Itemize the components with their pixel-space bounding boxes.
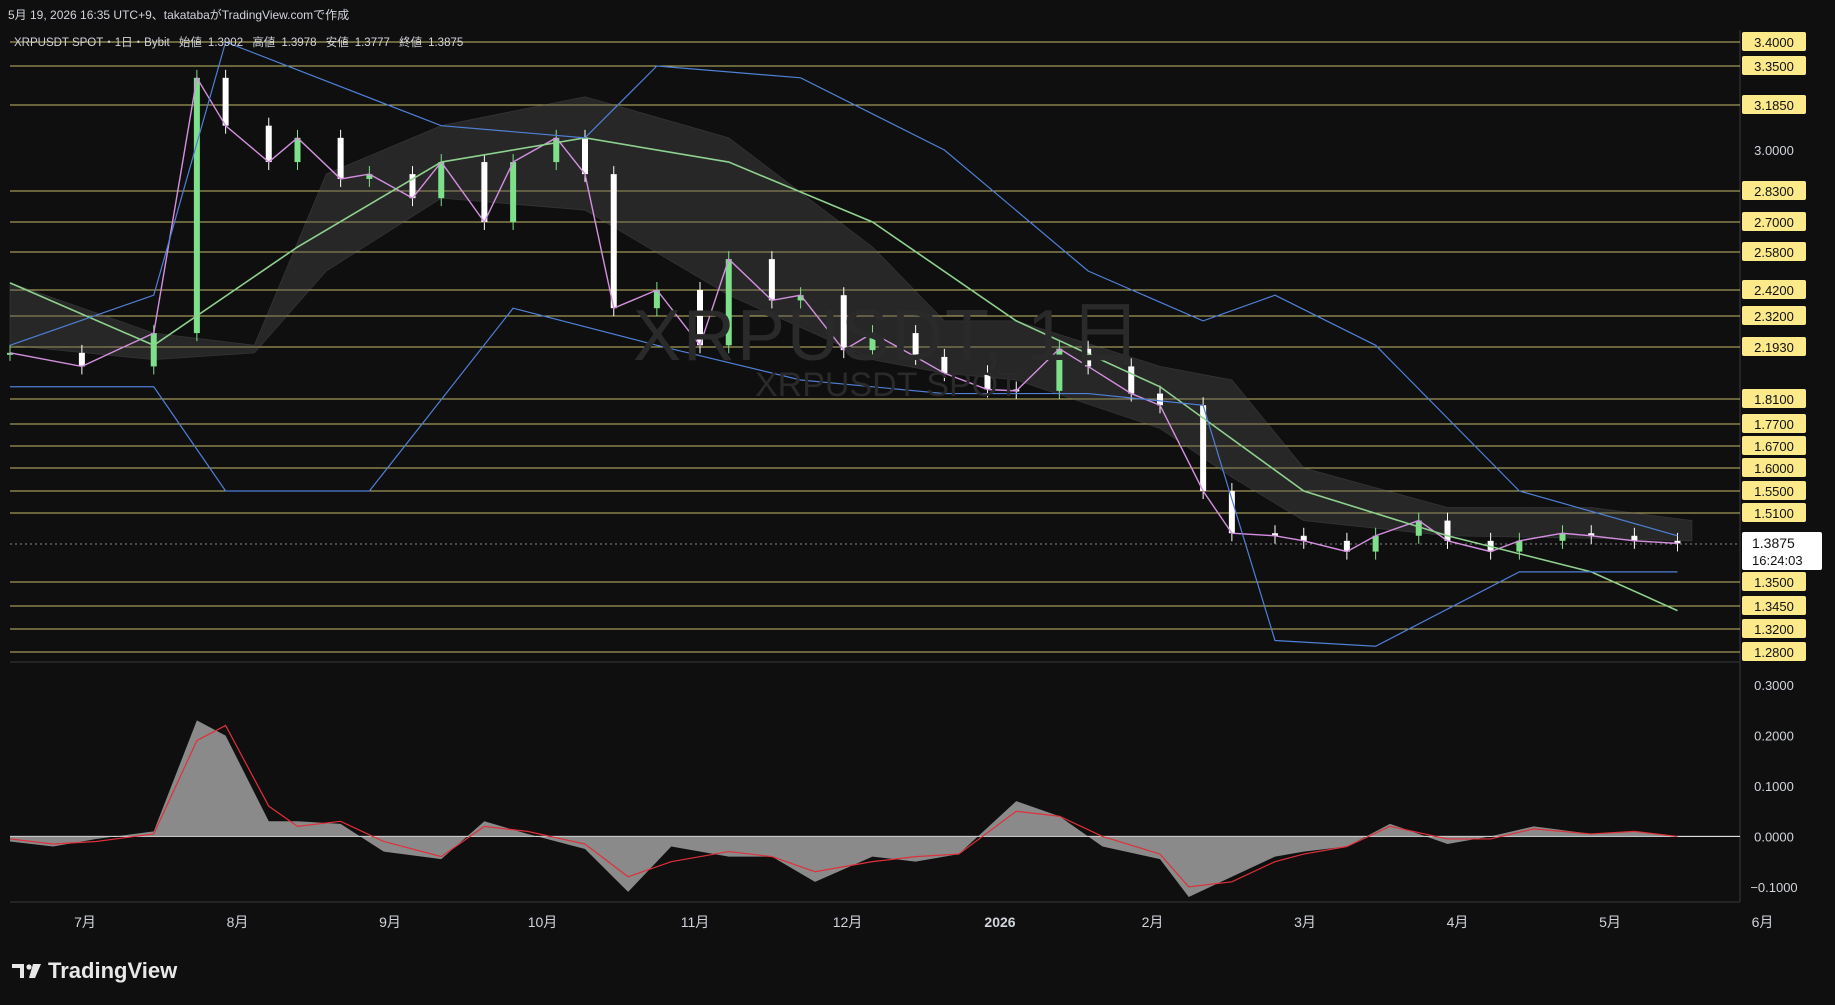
level-label: 3.3500 [1754,59,1794,74]
tradingview-logo-icon [12,964,41,978]
x-tick-label: 7月 [74,914,96,930]
candle-body [610,174,617,309]
level-label: 1.6000 [1754,461,1794,476]
level-label: 2.3200 [1754,309,1794,324]
candle-body [294,137,301,163]
ohlc-high-value: 1.3978 [281,37,317,49]
ohlc-open-value: 1.3902 [207,37,244,49]
chart-svg[interactable]: 3.4000 3.3500 3.1850 2.8300 2.7000 2.5800 2.42… [0,0,1835,1000]
candle-body [510,162,517,222]
candle-body [1372,535,1379,552]
current-price-countdown: 16:24:03 [1752,553,1803,568]
x-tick-label: 5月 [1599,914,1621,930]
x-tick-label: 4月 [1447,914,1469,930]
level-label: 1.6700 [1754,439,1794,454]
x-tick-label: 11月 [681,914,710,930]
level-label: 1.3200 [1754,622,1794,637]
candle-body [1516,540,1523,552]
candle-body [1559,533,1566,541]
candle-body [78,352,85,367]
osc-y-tick-label: 0.1000 [1754,779,1794,794]
x-tick-label: 2026 [984,914,1015,930]
x-tick-label: 12月 [833,914,863,930]
candle-body [1444,520,1451,541]
ohlc-high-label: 高値 [252,37,276,49]
osc-y-tick-label: 0.3000 [1754,678,1794,693]
level-label: 2.4200 [1754,283,1794,298]
y-tick-label: 3.0000 [1754,143,1794,158]
level-label: 1.5500 [1754,484,1794,499]
current-price-value: 1.3875 [1752,535,1795,551]
ohlc-low-value: 1.3777 [354,37,390,49]
level-label: 1.2800 [1754,645,1794,660]
candle-body [1157,393,1163,406]
brand-name: TradingView [48,958,178,983]
level-label: 3.4000 [1754,35,1794,50]
level-label: 1.5100 [1754,506,1794,521]
osc-y-tick-label: 0.0000 [1754,829,1794,844]
watermark-sub: XRPUSDT SPOT [755,366,1019,404]
x-tick-label: 3月 [1294,914,1316,930]
x-tick-label: 9月 [379,914,401,930]
ohlc-close-value: 1.3875 [428,37,464,49]
osc-y-tick-label: −0.1000 [1750,880,1797,895]
ohlc-open-label: 始値 [178,37,202,49]
level-label: 2.1930 [1754,340,1794,355]
candle-body [193,77,200,334]
level-label: 1.3450 [1754,599,1794,614]
candle-body [481,162,488,222]
level-label: 2.7000 [1754,215,1794,230]
level-label: 1.3500 [1754,575,1794,590]
ohlc-close-label: 終値 [399,37,423,49]
candle-body [150,333,157,367]
x-tick-label: 10月 [528,914,558,930]
level-label: 1.7700 [1754,417,1794,432]
level-label: 1.8100 [1754,392,1794,407]
x-tick-label: 6月 [1752,914,1774,930]
x-tick-label: 2月 [1142,914,1164,930]
symbol-legend[interactable]: XRPUSDT SPOT・1日・Bybit 始値 1.3902 高値 1.3978 … [14,34,469,50]
created-caption: 5月 19, 2026 16:35 UTC+9、takatabaがTrading… [8,8,350,22]
tradingview-brand[interactable]: TradingView [12,958,177,984]
candle-body [438,162,445,199]
candle-body [582,137,588,175]
candle-body [337,137,344,179]
level-label: 2.8300 [1754,184,1794,199]
candle-body [265,125,272,163]
chart-root: 3.4000 3.3500 3.1850 2.8300 2.7000 2.5800 2.42… [0,0,1835,1000]
level-label: 3.1850 [1754,98,1794,113]
osc-y-tick-label: 0.2000 [1754,729,1794,744]
x-tick-label: 8月 [227,914,249,930]
level-label: 2.5800 [1754,245,1794,260]
symbol-name: XRPUSDT SPOT・1日・Bybit [14,37,170,49]
ohlc-low-label: 安値 [325,37,349,49]
candle-body [222,77,229,126]
